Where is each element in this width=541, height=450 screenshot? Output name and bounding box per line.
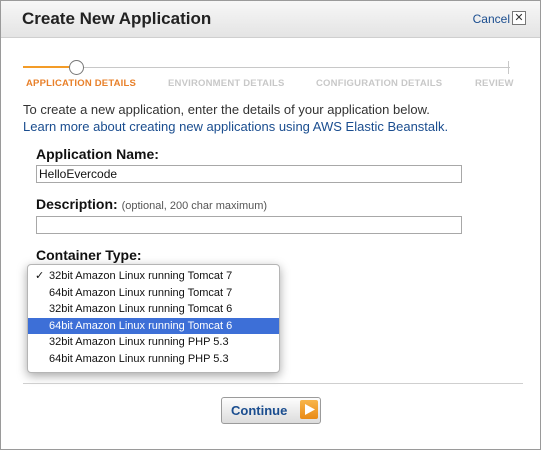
- container-option[interactable]: ✓ 32bit Amazon Linux running Tomcat 7: [28, 268, 279, 285]
- footer-divider: [23, 383, 523, 384]
- step-environment-details: ENVIRONMENT DETAILS: [168, 78, 285, 89]
- container-option[interactable]: 64bit Amazon Linux running Tomcat 7: [28, 285, 279, 302]
- option-label: 64bit Amazon Linux running Tomcat 6: [49, 319, 233, 332]
- option-label: 64bit Amazon Linux running Tomcat 7: [49, 286, 233, 299]
- learn-more-link[interactable]: Learn more about creating new applicatio…: [23, 119, 448, 134]
- dialog-titlebar: Create New Application Cancel ✕: [1, 1, 540, 38]
- step-application-details: APPLICATION DETAILS: [26, 78, 137, 89]
- steps-end-marker: [508, 61, 509, 74]
- container-option[interactable]: 64bit Amazon Linux running PHP 5.3: [28, 351, 279, 368]
- container-option[interactable]: 32bit Amazon Linux running Tomcat 6: [28, 301, 279, 318]
- description-label-text: Description:: [36, 196, 118, 212]
- dialog-title: Create New Application: [22, 9, 212, 28]
- wizard-steps: APPLICATION DETAILS ENVIRONMENT DETAILS …: [23, 59, 513, 93]
- create-application-dialog: Create New Application Cancel ✕ APPLICAT…: [0, 0, 541, 450]
- app-name-label: Application Name:: [36, 146, 159, 162]
- container-type-dropdown[interactable]: ✓ 32bit Amazon Linux running Tomcat 7 64b…: [27, 264, 280, 373]
- description-input[interactable]: [36, 216, 462, 234]
- description-hint: (optional, 200 char maximum): [121, 200, 268, 212]
- current-step-marker: [69, 60, 84, 75]
- continue-label: Continue: [231, 403, 288, 418]
- step-review: REVIEW: [475, 78, 514, 89]
- option-label: 32bit Amazon Linux running Tomcat 7: [49, 270, 233, 282]
- option-label: 32bit Amazon Linux running Tomcat 6: [49, 303, 233, 315]
- continue-button[interactable]: Continue: [221, 397, 321, 424]
- option-label: 32bit Amazon Linux running PHP 5.3: [49, 336, 229, 348]
- option-label: 64bit Amazon Linux running PHP 5.3: [49, 352, 229, 365]
- cancel-link[interactable]: Cancel: [473, 12, 510, 26]
- play-arrow-icon: [300, 400, 318, 419]
- description-label: Description: (optional, 200 char maximum…: [36, 196, 267, 212]
- intro-text: To create a new application, enter the d…: [23, 101, 528, 135]
- container-option[interactable]: 32bit Amazon Linux running PHP 5.3: [28, 334, 279, 351]
- step-configuration-details: CONFIGURATION DETAILS: [316, 78, 443, 89]
- container-option-highlighted[interactable]: 64bit Amazon Linux running Tomcat 6: [28, 317, 279, 334]
- steps-track: [23, 67, 510, 68]
- container-type-label: Container Type:: [36, 247, 142, 263]
- app-name-input[interactable]: HelloEvercode: [36, 165, 462, 183]
- close-icon[interactable]: ✕: [512, 11, 526, 25]
- check-icon: ✓: [35, 270, 45, 282]
- intro-sentence: To create a new application, enter the d…: [23, 102, 430, 117]
